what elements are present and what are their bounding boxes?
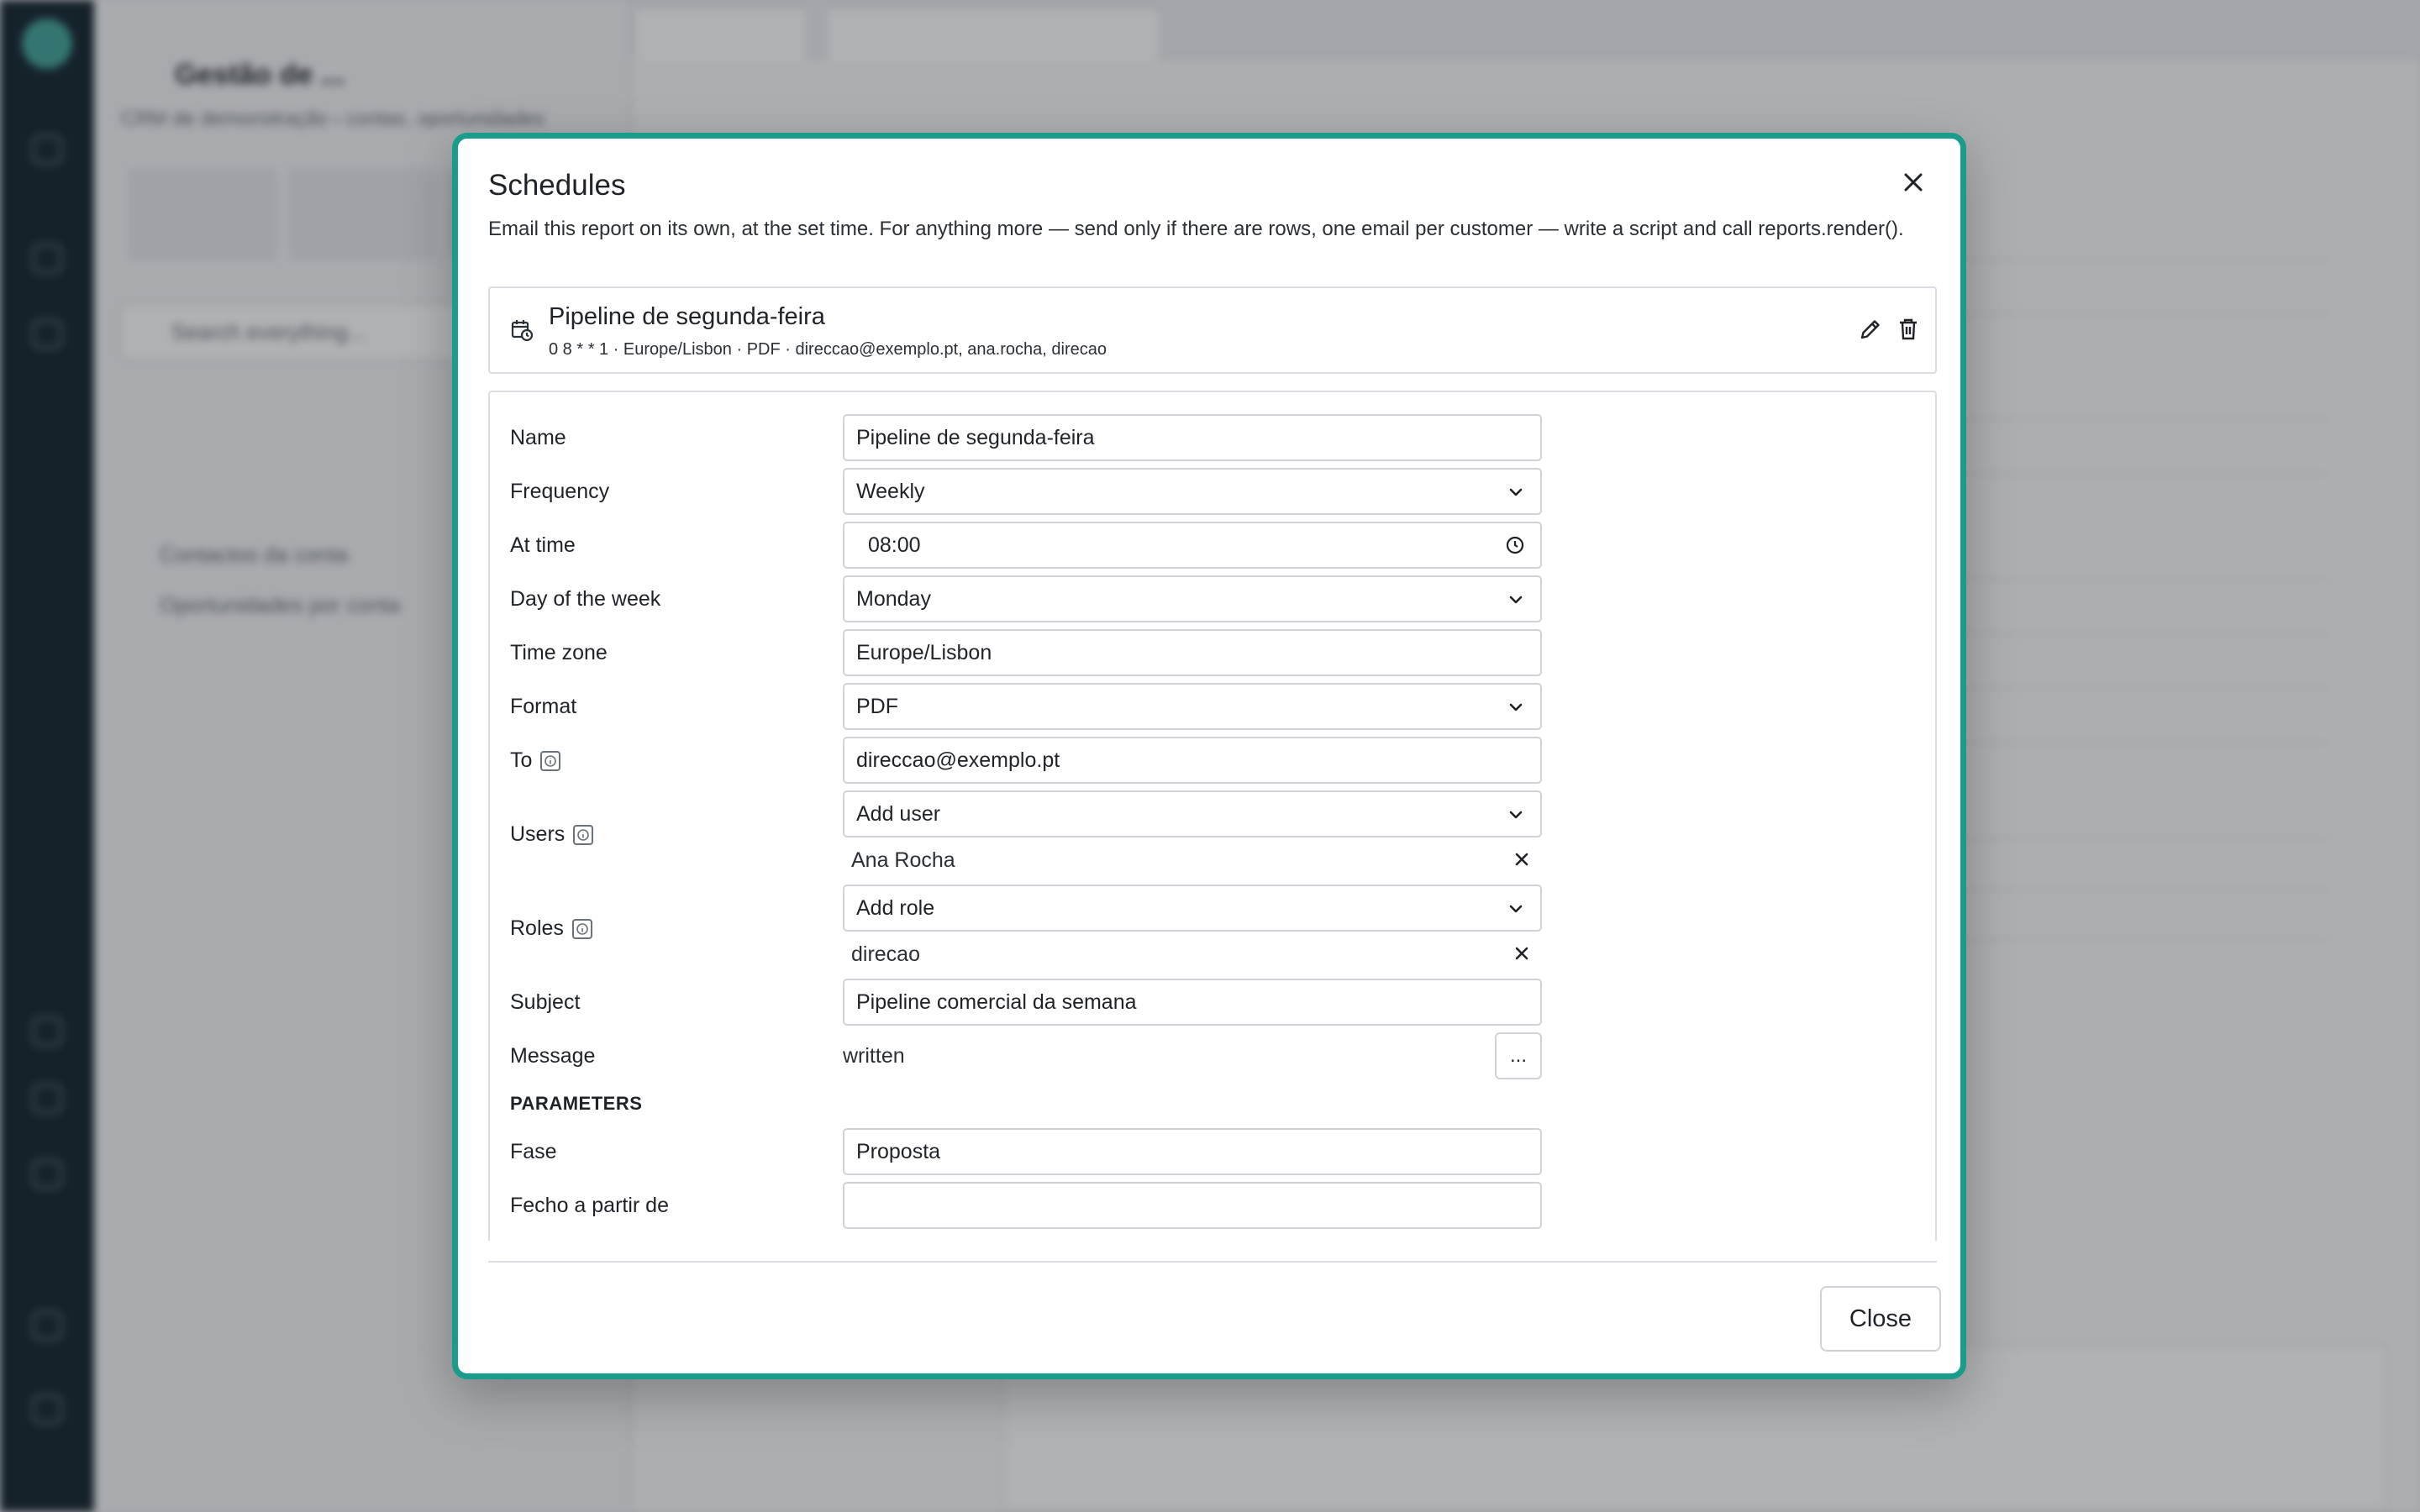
subject-label: Subject (510, 990, 581, 1014)
name-label: Name (510, 426, 566, 449)
role-chip: direcao (843, 933, 1542, 975)
add-user-select[interactable]: Add user (843, 790, 1542, 837)
dialog-title: Schedules (488, 169, 626, 202)
info-icon[interactable] (540, 750, 561, 771)
schedule-name: Pipeline de segunda-feira (549, 303, 825, 330)
chevron-down-icon (1507, 806, 1525, 830)
fase-label: Fase (510, 1140, 557, 1163)
trash-icon[interactable] (1897, 317, 1920, 346)
remove-icon[interactable] (1512, 849, 1532, 875)
message-label: Message (510, 1044, 596, 1068)
fecho-label: Fecho a partir de (510, 1194, 669, 1217)
time-value: 08:00 (868, 533, 921, 557)
message-status: written (843, 1044, 905, 1068)
frequency-select[interactable]: Weekly (843, 468, 1542, 515)
time-zone-input[interactable]: Europe/Lisbon (843, 629, 1542, 676)
footer-divider (488, 1261, 1937, 1263)
subject-input[interactable]: Pipeline comercial da semana (843, 979, 1542, 1026)
name-input[interactable]: Pipeline de segunda-feira (843, 414, 1542, 461)
users-label: Users (510, 822, 594, 847)
format-label: Format (510, 695, 577, 718)
add-role-select[interactable]: Add role (843, 885, 1542, 932)
day-value: Monday (856, 586, 931, 611)
schedules-dialog: Schedules Email this report on its own, … (452, 133, 1966, 1379)
frequency-label: Frequency (510, 480, 610, 503)
calendar-clock-icon (510, 318, 534, 346)
to-label-text: To (510, 748, 533, 772)
fase-input[interactable]: Proposta (843, 1128, 1542, 1175)
chevron-down-icon (1507, 698, 1525, 722)
roles-label-text: Roles (510, 916, 564, 940)
format-select[interactable]: PDF (843, 683, 1542, 730)
roles-label: Roles (510, 916, 592, 941)
user-chip-label: Ana Rocha (851, 848, 955, 872)
schedule-card[interactable]: Pipeline de segunda-feira 0 8 * * 1 · Eu… (488, 286, 1937, 374)
edit-message-button[interactable]: ... (1495, 1032, 1542, 1079)
add-user-placeholder: Add user (856, 801, 941, 826)
fecho-input[interactable] (843, 1182, 1542, 1229)
day-of-week-label: Day of the week (510, 587, 661, 611)
format-value: PDF (856, 694, 898, 718)
chevron-down-icon (1507, 483, 1525, 507)
schedule-meta: 0 8 * * 1 · Europe/Lisbon · PDF · direcc… (549, 340, 1107, 359)
add-role-placeholder: Add role (856, 895, 935, 920)
time-zone-label: Time zone (510, 641, 608, 664)
info-icon[interactable] (573, 824, 594, 845)
parameters-heading: PARAMETERS (510, 1093, 643, 1114)
remove-icon[interactable] (1512, 943, 1532, 969)
to-label: To (510, 748, 561, 773)
day-of-week-select[interactable]: Monday (843, 575, 1542, 622)
close-icon[interactable] (1895, 164, 1932, 201)
chevron-down-icon (1507, 900, 1525, 924)
to-input[interactable]: direccao@exemplo.pt (843, 737, 1542, 784)
chevron-down-icon (1507, 591, 1525, 615)
clock-icon[interactable] (1505, 535, 1525, 561)
dialog-description: Email this report on its own, at the set… (488, 218, 1904, 240)
frequency-value: Weekly (856, 479, 925, 503)
pencil-icon[interactable] (1858, 317, 1883, 346)
user-chip: Ana Rocha (843, 839, 1542, 881)
at-time-label: At time (510, 533, 576, 557)
close-button[interactable]: Close (1820, 1286, 1941, 1352)
time-input[interactable]: 08:00 (843, 522, 1542, 569)
info-icon[interactable] (571, 918, 592, 939)
schedule-form: Name Pipeline de segunda-feira Frequency… (488, 391, 1937, 1241)
role-chip-label: direcao (851, 942, 920, 966)
users-label-text: Users (510, 822, 566, 846)
